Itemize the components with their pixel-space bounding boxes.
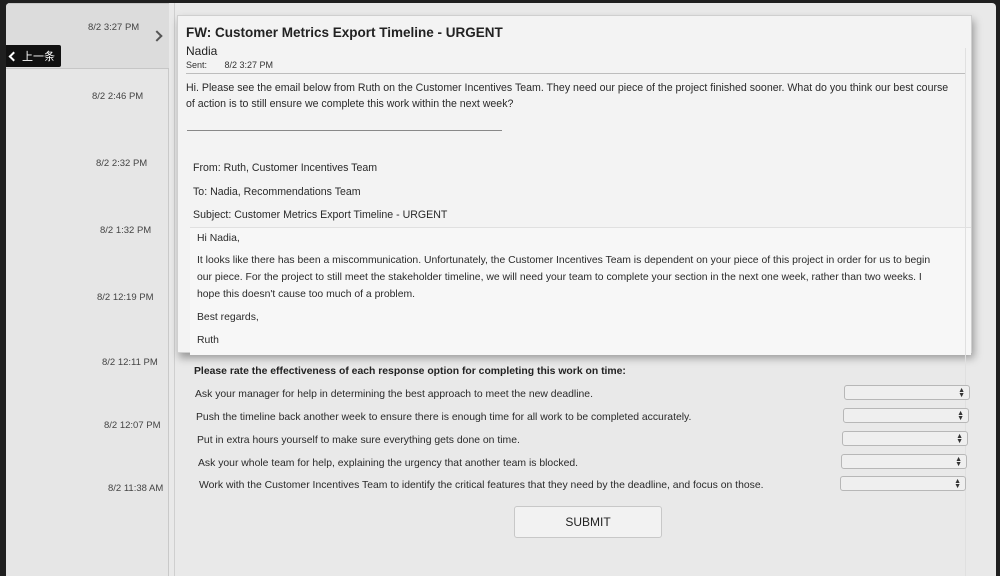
divider: [174, 3, 175, 576]
message-list-item[interactable]: 8/2 11:38 AM: [6, 475, 169, 541]
message-list-item[interactable]: 8/2 12:07 PM: [6, 412, 169, 478]
quote-line: our piece. For the project to still meet…: [197, 272, 922, 283]
quote-greeting: Hi Nadia,: [197, 233, 240, 244]
back-button-label: 上一条: [22, 51, 55, 63]
chevron-right-icon: [151, 30, 163, 42]
response-option-text: Work with the Customer Incentives Team t…: [199, 480, 764, 491]
message-time: 8/2 12:11 PM: [102, 357, 158, 368]
email-subject: FW: Customer Metrics Export Timeline - U…: [186, 25, 503, 40]
quote-line: hope this doesn't cause too much of a pr…: [197, 289, 416, 300]
message-list-item[interactable]: 8/2 1:32 PM: [6, 217, 169, 283]
select-arrows-icon: ▲ ▼: [955, 456, 962, 468]
response-option-text: Ask your whole team for help, explaining…: [198, 458, 579, 469]
quote-closing: Best regards,: [197, 312, 259, 323]
separator-line: [187, 130, 502, 131]
message-time: 8/2 3:27 PM: [88, 22, 140, 33]
message-time: 8/2 2:46 PM: [92, 91, 144, 102]
response-option-text: Ask your manager for help in determining…: [195, 389, 593, 400]
rating-select[interactable]: ▲ ▼: [843, 408, 969, 423]
message-time: 8/2 12:07 PM: [104, 420, 161, 431]
message-time: 8/2 1:32 PM: [100, 225, 152, 236]
back-button[interactable]: 上一条: [6, 45, 61, 67]
message-list-sidebar: 8/2 3:27 PM 8/2 2:46 PM 8/2 2:32 PM 8/2 …: [6, 3, 169, 576]
quote-signature: Ruth: [197, 335, 219, 346]
rating-select[interactable]: ▲ ▼: [841, 454, 967, 469]
submit-button[interactable]: SUBMIT: [514, 506, 662, 538]
divider: [965, 48, 966, 576]
sent-label: Sent:: [186, 60, 208, 70]
email-body-line: of action is to still ensure we complete…: [186, 98, 514, 110]
message-detail: FW: Customer Metrics Export Timeline - U…: [174, 3, 996, 576]
rating-select[interactable]: ▲ ▼: [844, 385, 970, 400]
quote-line: It looks like there has been a miscommun…: [197, 255, 931, 266]
message-list-item[interactable]: 8/2 12:19 PM: [6, 284, 169, 350]
response-option-text: Put in extra hours yourself to make sure…: [197, 435, 520, 446]
forward-subject: Subject: Customer Metrics Export Timelin…: [193, 209, 448, 221]
select-arrows-icon: ▲ ▼: [954, 478, 961, 490]
rating-instructions: Please rate the effectiveness of each re…: [194, 366, 626, 377]
select-arrows-icon: ▲ ▼: [958, 387, 965, 399]
response-option-text: Push the timeline back another week to e…: [196, 412, 692, 423]
forward-from: From: Ruth, Customer Incentives Team: [193, 162, 378, 174]
message-list-item[interactable]: 8/2 12:11 PM: [6, 349, 169, 415]
message-list-item[interactable]: 8/2 2:46 PM: [6, 83, 169, 149]
app-window: 上一条 8/2 3:27 PM 8/2 2:46 PM 8/2 2:32 PM …: [6, 3, 996, 576]
email-sent-line: Sent: 8/2 3:27 PM: [186, 60, 273, 70]
message-list-item[interactable]: 8/2 2:32 PM: [6, 150, 169, 216]
select-arrows-icon: ▲ ▼: [957, 410, 964, 422]
message-time: 8/2 11:38 AM: [108, 483, 164, 494]
email-body-line: Hi. Please see the email below from Ruth…: [186, 82, 949, 94]
email-header: FW: Customer Metrics Export Timeline - U…: [186, 22, 965, 74]
rating-select[interactable]: ▲ ▼: [840, 476, 966, 491]
message-time: 8/2 2:32 PM: [96, 158, 148, 169]
email-card: FW: Customer Metrics Export Timeline - U…: [177, 15, 972, 355]
rating-select[interactable]: ▲ ▼: [842, 431, 968, 446]
email-sender: Nadia: [186, 44, 218, 58]
quoted-message: Hi Nadia, It looks like there has been a…: [190, 227, 971, 355]
chevron-left-icon: [8, 51, 19, 61]
forward-to: To: Nadia, Recommendations Team: [193, 186, 361, 198]
select-arrows-icon: ▲ ▼: [956, 433, 963, 445]
message-time: 8/2 12:19 PM: [97, 292, 154, 303]
sent-value: 8/2 3:27 PM: [224, 60, 274, 70]
email-body: Hi. Please see the email below from Ruth…: [186, 80, 961, 112]
